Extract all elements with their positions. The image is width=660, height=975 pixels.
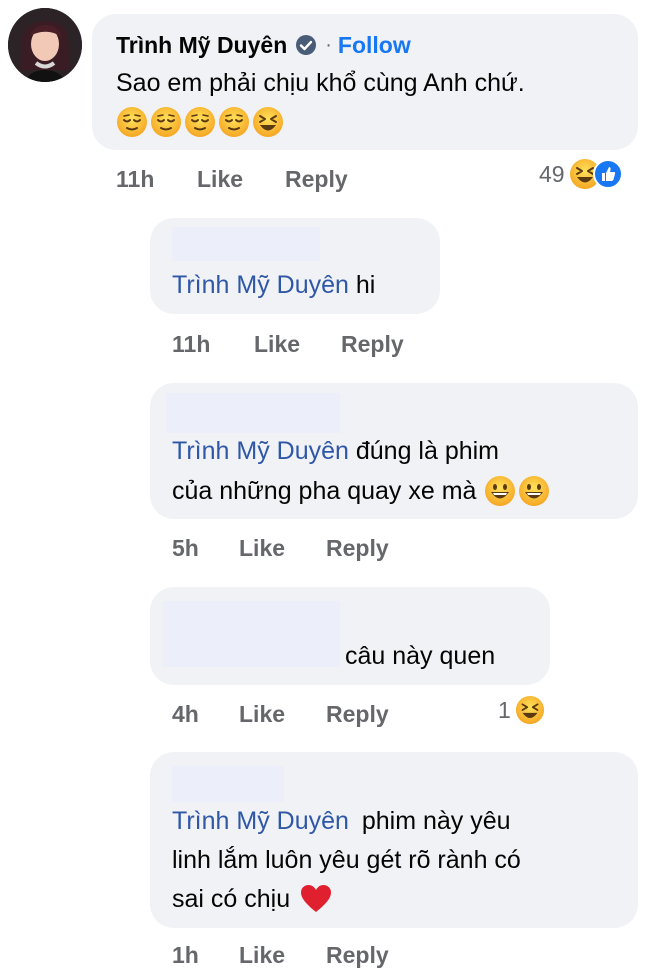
reply-1-author-redacted [172, 227, 320, 261]
reply-2-text-line2: của những pha quay xe mà [172, 472, 550, 510]
main-like-button[interactable]: Like [197, 166, 243, 193]
reply-4-mention[interactable]: Trình Mỹ Duyên [172, 807, 349, 835]
reply-1-like-button[interactable]: Like [254, 331, 300, 358]
haha-reaction-icon [515, 695, 544, 725]
reply-2-text-2: của những pha quay xe mà [172, 477, 477, 505]
reply-2-text-line1: Trình Mỹ Duyên đúng là phim [172, 432, 499, 470]
relieved-face-icon [219, 107, 249, 137]
reply-4-time[interactable]: 1h [172, 942, 199, 969]
reply-3-reply-button[interactable]: Reply [326, 701, 389, 728]
reply-3-time[interactable]: 4h [172, 701, 199, 728]
relieved-face-icon [151, 107, 181, 137]
verified-badge-icon [295, 34, 317, 56]
reply-3-text: câu này quen [345, 642, 496, 670]
grinning-face-icon [519, 476, 550, 506]
reply-3-reaction-summary[interactable]: 1 [498, 695, 545, 725]
reply-2-mention[interactable]: Trình Mỹ Duyên [172, 437, 349, 465]
main-reaction-summary[interactable]: 49 [539, 158, 623, 190]
main-reaction-count: 49 [539, 160, 565, 187]
reply-4-author-redacted [172, 766, 284, 802]
author-avatar[interactable] [8, 8, 82, 82]
reply-4-text-1: phim này yêu [361, 807, 511, 835]
main-comment-text: Sao em phải chịu khổ cùng Anh chứ. [116, 69, 525, 97]
reply-4-text-3: sai có chịu [172, 885, 291, 913]
reply-3-reaction-count: 1 [498, 696, 511, 723]
reply-2-like-button[interactable]: Like [239, 535, 285, 562]
reply-4-text-line3: sai có chịu [172, 880, 332, 918]
header-separator: · [325, 33, 332, 56]
reply-2-author-redacted [166, 393, 340, 433]
follow-button[interactable]: Follow [338, 32, 411, 59]
reply-3-like-button[interactable]: Like [239, 701, 285, 728]
reply-1-time[interactable]: 11h [172, 331, 210, 358]
laughing-squinting-face-icon [253, 107, 283, 137]
reply-4-reply-button[interactable]: Reply [326, 942, 389, 969]
reply-2-reply-button[interactable]: Reply [326, 535, 389, 562]
reply-4-text-line2: linh lắm luôn yêu gét rõ rành có [172, 846, 521, 874]
red-heart-icon [301, 885, 332, 912]
reply-1-text: hi [355, 271, 376, 299]
relieved-face-icon [185, 107, 215, 137]
reply-1-mention[interactable]: Trình Mỹ Duyên [172, 271, 349, 299]
like-reaction-icon [592, 159, 623, 189]
reply-2-time[interactable]: 5h [172, 535, 199, 562]
relieved-face-icon [117, 107, 147, 137]
main-reply-button[interactable]: Reply [285, 166, 348, 193]
reply-1-reply-button[interactable]: Reply [341, 331, 404, 358]
reply-1-text-line: Trình Mỹ Duyên hi [172, 266, 375, 304]
reply-4-like-button[interactable]: Like [239, 942, 285, 969]
main-comment-emojis [116, 106, 284, 138]
grinning-face-icon [485, 476, 516, 506]
reply-4-text-line1: Trình Mỹ Duyên phim này yêu [172, 802, 511, 840]
main-comment-time[interactable]: 11h [116, 166, 154, 193]
reply-3-author-redacted [163, 601, 340, 667]
main-comment-header: Trình Mỹ Duyên · Follow [116, 30, 411, 60]
reply-2-text-1: đúng là phim [355, 437, 500, 465]
author-name[interactable]: Trình Mỹ Duyên [116, 32, 287, 59]
